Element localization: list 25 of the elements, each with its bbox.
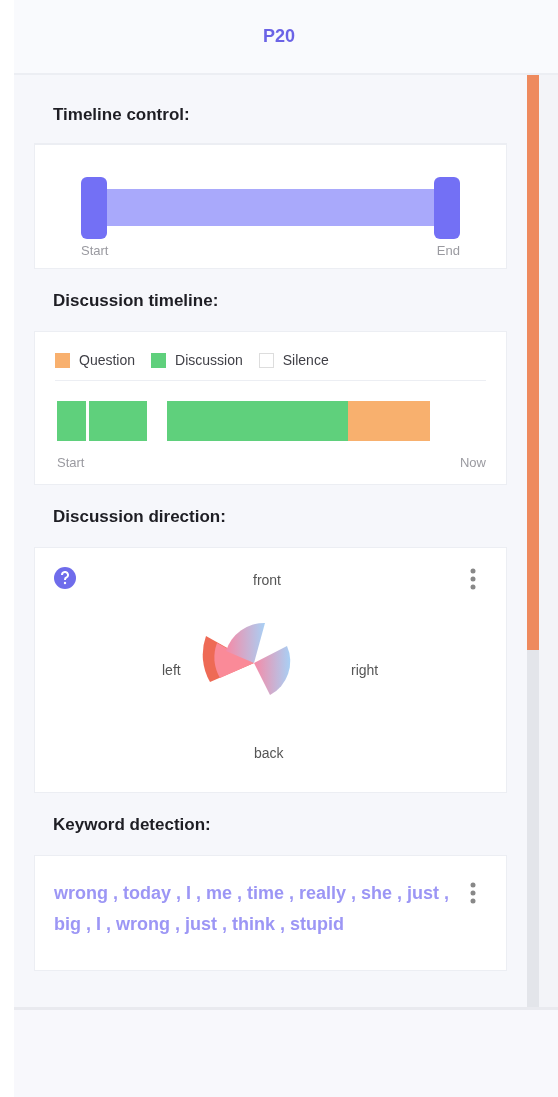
- timeline-label: Start: [57, 455, 85, 470]
- slider-handle[interactable]: [81, 177, 107, 239]
- section-heading: Keyword detection:: [52, 814, 212, 836]
- help-icon[interactable]: [54, 567, 76, 589]
- timeline-label: Now: [460, 455, 486, 470]
- more-icon[interactable]: [470, 882, 476, 904]
- rose-segment: [214, 643, 254, 678]
- direction-label: front: [253, 572, 281, 588]
- slider-label: End: [436, 243, 460, 258]
- direction-label: back: [254, 745, 284, 761]
- page-title: P20: [263, 26, 295, 47]
- section-heading: Discussion timeline:: [52, 290, 220, 312]
- more-icon[interactable]: [470, 568, 476, 590]
- direction-label: left: [162, 662, 181, 678]
- rose-segment: [254, 646, 291, 695]
- direction-label: right: [351, 662, 379, 678]
- legend-label: Question: [79, 352, 136, 368]
- slider-label: Start: [81, 243, 109, 258]
- keyword-list: wrong , today , I , me , time , really , she , just , big , I , wrong , just , think , stupid: [54, 878, 456, 940]
- legend-label: Silence: [282, 352, 329, 368]
- scrollbar-thumb[interactable]: [527, 75, 539, 650]
- section-heading: Discussion direction:: [52, 506, 227, 528]
- rose-segment: [226, 623, 265, 663]
- slider-handle[interactable]: [434, 177, 460, 239]
- legend-label: Discussion: [175, 352, 243, 368]
